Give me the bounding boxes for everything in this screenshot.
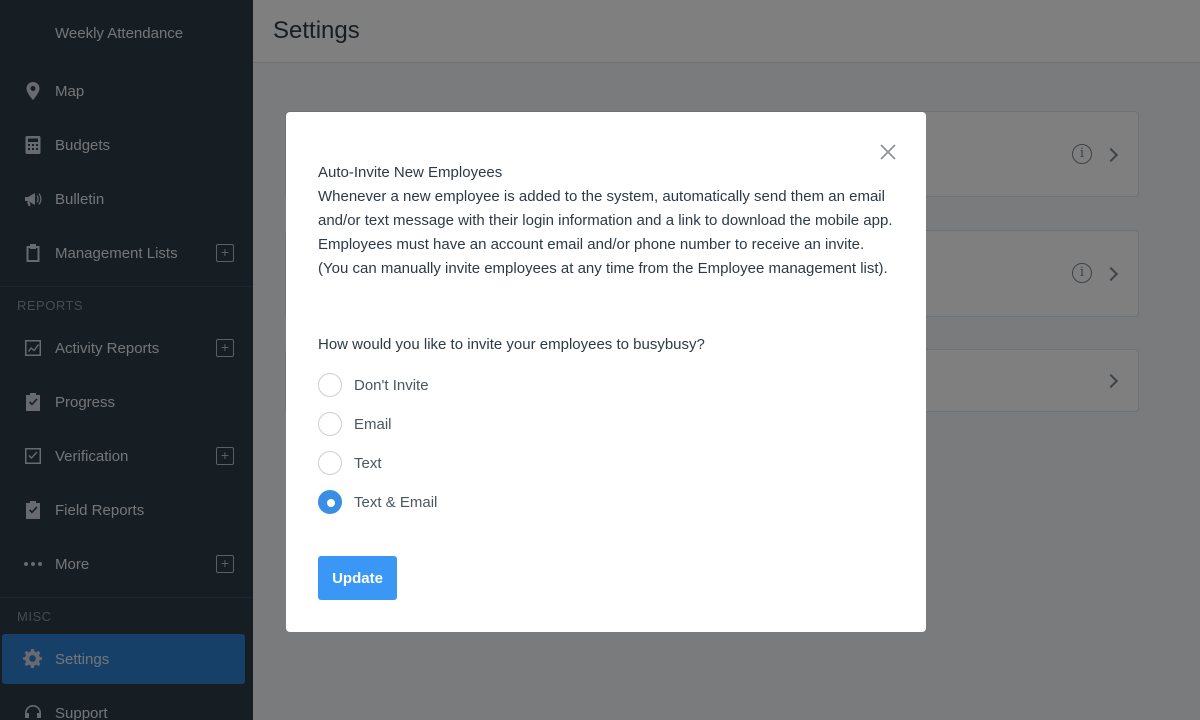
radio-text-and-email[interactable]: Text & Email [318, 490, 437, 514]
radio-button[interactable] [318, 451, 342, 475]
update-button[interactable]: Update [318, 556, 397, 600]
close-button[interactable] [878, 142, 898, 162]
radio-label: Text [354, 454, 382, 472]
radio-label: Don't Invite [354, 376, 429, 394]
radio-email[interactable]: Email [318, 412, 392, 436]
dialog-description: Whenever a new employee is added to the … [318, 188, 893, 277]
radio-label: Email [354, 415, 392, 433]
close-icon [880, 144, 896, 160]
radio-dont-invite[interactable]: Don't Invite [318, 373, 429, 397]
radio-label: Text & Email [354, 493, 438, 511]
radio-button[interactable] [318, 412, 342, 436]
invite-question: How would you like to invite your employ… [318, 336, 705, 353]
auto-invite-dialog: Auto-Invite New Employees Whenever a new… [286, 112, 926, 632]
dialog-title: Auto-Invite New Employees [318, 164, 503, 181]
radio-text[interactable]: Text [318, 451, 382, 475]
radio-button[interactable] [318, 373, 342, 397]
radio-button[interactable] [318, 490, 342, 514]
